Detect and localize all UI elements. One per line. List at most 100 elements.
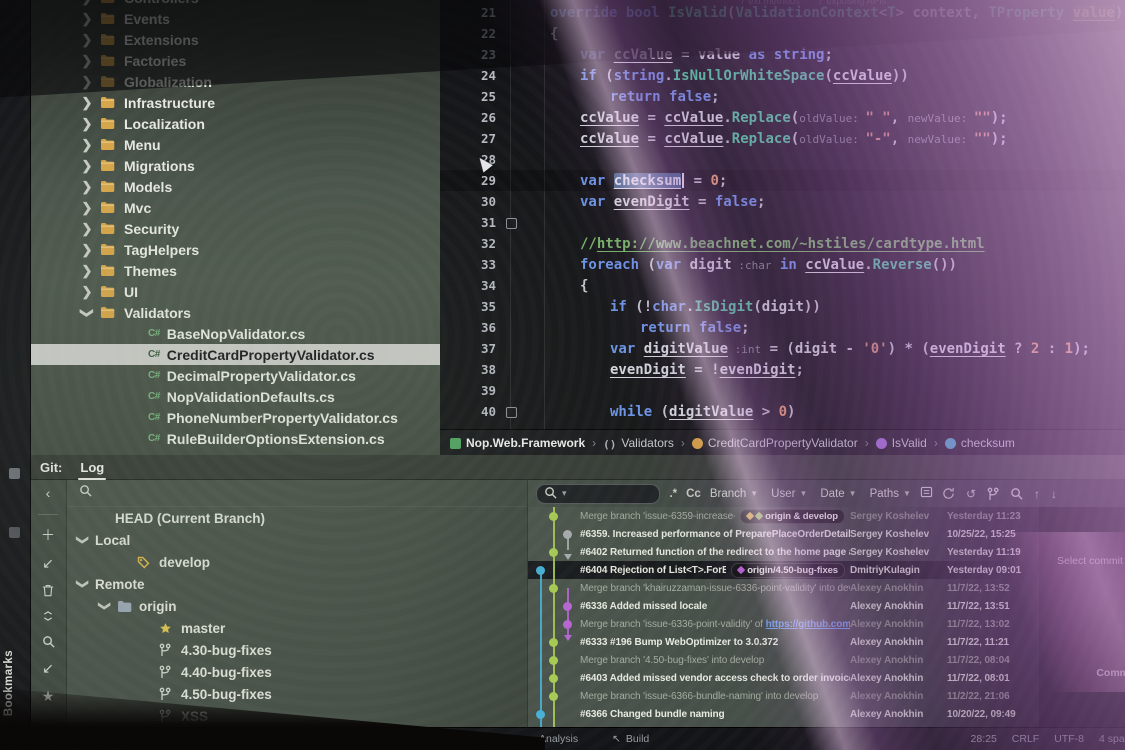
tree-item[interactable]: ❯Globalization xyxy=(30,71,440,92)
code-line[interactable]: 22{ xyxy=(440,23,1125,44)
breadcrumb-item[interactable]: ()Validators xyxy=(603,436,674,450)
filter-paths[interactable]: Paths▼ xyxy=(870,488,911,500)
branch-row[interactable]: XSS xyxy=(67,705,527,727)
chevron-down-icon[interactable]: ❯ xyxy=(79,306,95,320)
indent-setting[interactable]: 4 spaces xyxy=(1099,733,1125,745)
filter-date[interactable]: Date▼ xyxy=(820,488,856,500)
commit-row[interactable]: #6359. Increased performance of PrepareP… xyxy=(528,525,1039,543)
chevron-down-icon[interactable]: ❯ xyxy=(76,534,90,546)
code-line[interactable]: 35if (!char.IsDigit(digit)) xyxy=(440,296,1125,317)
commit-row[interactable]: #6336 Added missed localeAlexey Anokhin1… xyxy=(528,597,1039,615)
tab-log[interactable]: Log xyxy=(78,457,106,478)
ref-label[interactable]: origin/4.50-bug-fixes xyxy=(731,563,845,578)
line-ending[interactable]: CRLF xyxy=(1012,733,1039,745)
tree-item[interactable]: ❯Security xyxy=(30,218,440,239)
tree-item[interactable]: ❯Infrastructure xyxy=(30,92,440,113)
ref-label[interactable]: origin & develop xyxy=(740,509,845,524)
bookmark-icon[interactable] xyxy=(9,527,20,538)
regex-toggle[interactable]: .* xyxy=(669,488,677,500)
chevron-right-icon[interactable]: ❯ xyxy=(80,158,94,174)
code-line[interactable]: 27ccValue = ccValue.Replace(oldValue: "-… xyxy=(440,128,1125,149)
tree-item[interactable]: ❯Menu xyxy=(30,134,440,155)
chevron-right-icon[interactable]: ❯ xyxy=(80,179,94,195)
chevron-right-icon[interactable]: ❯ xyxy=(80,116,94,132)
code-line[interactable]: 24if (string.IsNullOrWhiteSpace(ccValue)… xyxy=(440,65,1125,86)
branch-row[interactable]: ❯origin xyxy=(67,595,527,617)
tree-item[interactable]: C#BaseNopValidator.cs xyxy=(30,323,440,344)
chevron-down-icon[interactable]: ❯ xyxy=(76,578,90,590)
star-icon[interactable]: ★ xyxy=(42,689,55,704)
commit-row[interactable]: #6333 #196 Bump WebOptimizer to 3.0.372A… xyxy=(528,633,1039,651)
tree-item[interactable]: ❯Mvc xyxy=(30,197,440,218)
chevron-right-icon[interactable]: ❯ xyxy=(80,221,94,237)
branch-row[interactable]: develop xyxy=(67,551,527,573)
tool-window-button-icon[interactable] xyxy=(9,468,20,479)
code-line[interactable]: 40while (digitValue > 0) xyxy=(440,401,1125,422)
tree-item[interactable]: ❯UI xyxy=(30,281,440,302)
status-build[interactable]: ↖Build xyxy=(612,733,649,745)
rollback-icon[interactable]: ↺ xyxy=(966,487,976,501)
tree-item[interactable]: ❯Localization xyxy=(30,113,440,134)
tree-item[interactable]: C#PhoneNumberPropertyValidator.cs xyxy=(30,407,440,428)
tree-item[interactable]: ❯Factories xyxy=(30,50,440,71)
chevron-left-icon[interactable]: ‹ xyxy=(46,486,51,501)
tree-item[interactable]: ❯Extensions xyxy=(30,29,440,50)
chevron-right-icon[interactable]: ❯ xyxy=(80,137,94,153)
go-to-hash-icon[interactable] xyxy=(920,485,933,503)
breadcrumb-item[interactable]: checksum xyxy=(945,436,1015,450)
code-line[interactable]: 23var ccValue = value as string; xyxy=(440,44,1125,65)
tree-item[interactable]: ❯Events xyxy=(30,8,440,29)
branch-row[interactable]: 4.50-bug-fixes xyxy=(67,683,527,705)
plus-icon[interactable]: ＋ xyxy=(41,528,55,543)
chevron-right-icon[interactable]: ❯ xyxy=(80,32,94,48)
tree-item[interactable]: ❯Models xyxy=(30,176,440,197)
chevron-right-icon[interactable]: ❯ xyxy=(80,0,94,6)
commit-row[interactable]: #6403 Added missed vendor access check t… xyxy=(528,669,1039,687)
filter-branch[interactable]: Branch▼ xyxy=(710,488,758,500)
arrow-down-icon[interactable]: ↓ xyxy=(1051,487,1057,501)
commit-link[interactable]: https://github.com/khairuzzaman/ xyxy=(766,619,850,630)
code-line[interactable]: 26ccValue = ccValue.Replace(oldValue: " … xyxy=(440,107,1125,128)
commit-row[interactable]: #6366 Changed bundle namingAlexey Anokhi… xyxy=(528,705,1039,723)
branch-row[interactable]: 4.40-bug-fixes xyxy=(67,661,527,683)
code-line[interactable]: 28 xyxy=(440,149,1125,170)
chevron-right-icon[interactable]: ❯ xyxy=(80,200,94,216)
code-line[interactable]: 33foreach (var digit :char in ccValue.Re… xyxy=(440,254,1125,275)
match-case-toggle[interactable]: Cc xyxy=(686,488,701,500)
status-analysis[interactable]: Analysis xyxy=(539,733,578,745)
code-line[interactable]: 38evenDigit = !evenDigit; xyxy=(440,359,1125,380)
encoding[interactable]: UTF-8 xyxy=(1054,733,1084,745)
chevron-right-icon[interactable]: ❯ xyxy=(80,263,94,279)
caret-position[interactable]: 28:25 xyxy=(971,733,997,745)
chevron-down-icon[interactable]: ❯ xyxy=(98,600,112,612)
sidebar-item-bookmarks[interactable]: Bookmarks xyxy=(3,650,15,716)
commit-row[interactable]: #6404 Rejection of List<T>.ForEach due t… xyxy=(528,561,1039,579)
branch-search[interactable] xyxy=(67,480,527,507)
incoming-arrow-icon[interactable]: ↙ xyxy=(42,556,54,571)
fold-marker[interactable] xyxy=(506,407,517,418)
filter-user[interactable]: User▼ xyxy=(771,488,807,500)
commit-search-input[interactable]: ▾ xyxy=(536,484,660,504)
code-line[interactable]: 39 xyxy=(440,380,1125,401)
fold-marker[interactable] xyxy=(506,218,517,229)
tree-item[interactable]: ❯TagHelpers xyxy=(30,239,440,260)
checkout-arrow-icon[interactable]: ↙ xyxy=(42,661,54,676)
breadcrumb-item[interactable]: CreditCardPropertyValidator xyxy=(692,436,858,450)
commit-row[interactable]: Merge branch 'issue-6336-point-validity'… xyxy=(528,615,1039,633)
code-line[interactable]: 29var checksum = 0; xyxy=(440,170,1125,191)
commit-row[interactable]: #6402 Returned function of the redirect … xyxy=(528,543,1039,561)
code-line[interactable]: 31 xyxy=(440,212,1125,233)
arrow-up-icon[interactable]: ↑ xyxy=(1034,487,1040,501)
code-line[interactable]: 30var evenDigit = false; xyxy=(440,191,1125,212)
chevron-right-icon[interactable]: ❯ xyxy=(80,74,94,90)
breadcrumb-item[interactable]: IsValid xyxy=(876,436,927,450)
code-line[interactable]: 34{ xyxy=(440,275,1125,296)
tree-item[interactable]: C#DecimalPropertyValidator.cs xyxy=(30,365,440,386)
branch-row[interactable]: 4.30-bug-fixes xyxy=(67,639,527,661)
chevron-right-icon[interactable]: ❯ xyxy=(80,284,94,300)
tree-item[interactable]: ❯Validators xyxy=(30,302,440,323)
tree-item[interactable]: C#CreditCardPropertyValidator.cs xyxy=(30,344,440,365)
chevron-right-icon[interactable]: ❯ xyxy=(80,242,94,258)
code-editor[interactable]: 7ext methods7exposing APIs 21override bo… xyxy=(440,0,1125,429)
chevron-right-icon[interactable]: ❯ xyxy=(80,11,94,27)
